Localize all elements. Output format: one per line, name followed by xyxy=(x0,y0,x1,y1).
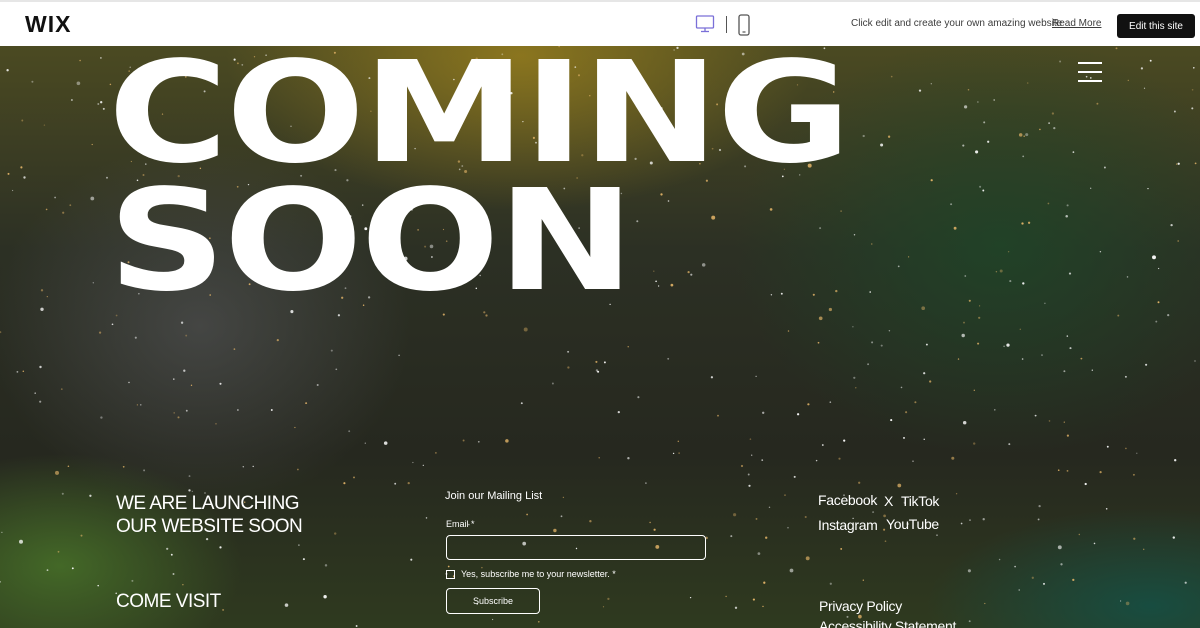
facebook-link[interactable]: Facebook xyxy=(818,492,877,508)
wix-logo[interactable]: WIX xyxy=(25,12,71,36)
tiktok-link[interactable]: TikTok xyxy=(901,493,939,509)
launch-text: WE ARE LAUNCHING OUR WEBSITE SOON xyxy=(116,493,303,537)
subscribe-button[interactable]: Subscribe xyxy=(446,588,540,614)
accessibility-statement-link[interactable]: Accessibility Statement xyxy=(819,618,956,628)
email-input[interactable] xyxy=(446,535,706,560)
device-separator xyxy=(726,16,727,33)
hero-section: COMING SOON WE ARE LAUNCHING OUR WEBSITE… xyxy=(0,46,1200,628)
desktop-view-icon[interactable] xyxy=(695,14,715,34)
coming-soon-headline: COMING SOON xyxy=(108,46,851,323)
instagram-link[interactable]: Instagram xyxy=(818,517,878,533)
headline-line-1: COMING xyxy=(108,46,851,195)
newsletter-checkbox[interactable] xyxy=(446,570,455,579)
read-more-link[interactable]: Read More xyxy=(1052,18,1101,29)
newsletter-checkbox-label: Yes, subscribe me to your newsletter. * xyxy=(461,569,616,579)
mobile-view-icon[interactable] xyxy=(737,14,751,36)
x-link[interactable]: X xyxy=(884,493,893,509)
hamburger-menu-icon[interactable] xyxy=(1078,62,1102,82)
edit-this-site-button[interactable]: Edit this site xyxy=(1117,14,1195,38)
mailing-list-title: Join our Mailing List xyxy=(445,490,543,502)
youtube-link[interactable]: YouTube xyxy=(886,516,939,532)
headline-line-2: SOON xyxy=(108,160,635,323)
wix-top-bar: WIX Click edit and create your own amazi… xyxy=(0,0,1200,46)
email-label: Email * xyxy=(446,519,475,529)
privacy-policy-link[interactable]: Privacy Policy xyxy=(819,598,902,614)
come-visit-heading: COME VISIT xyxy=(116,591,221,612)
promo-text: Click edit and create your own amazing w… xyxy=(851,18,1063,29)
